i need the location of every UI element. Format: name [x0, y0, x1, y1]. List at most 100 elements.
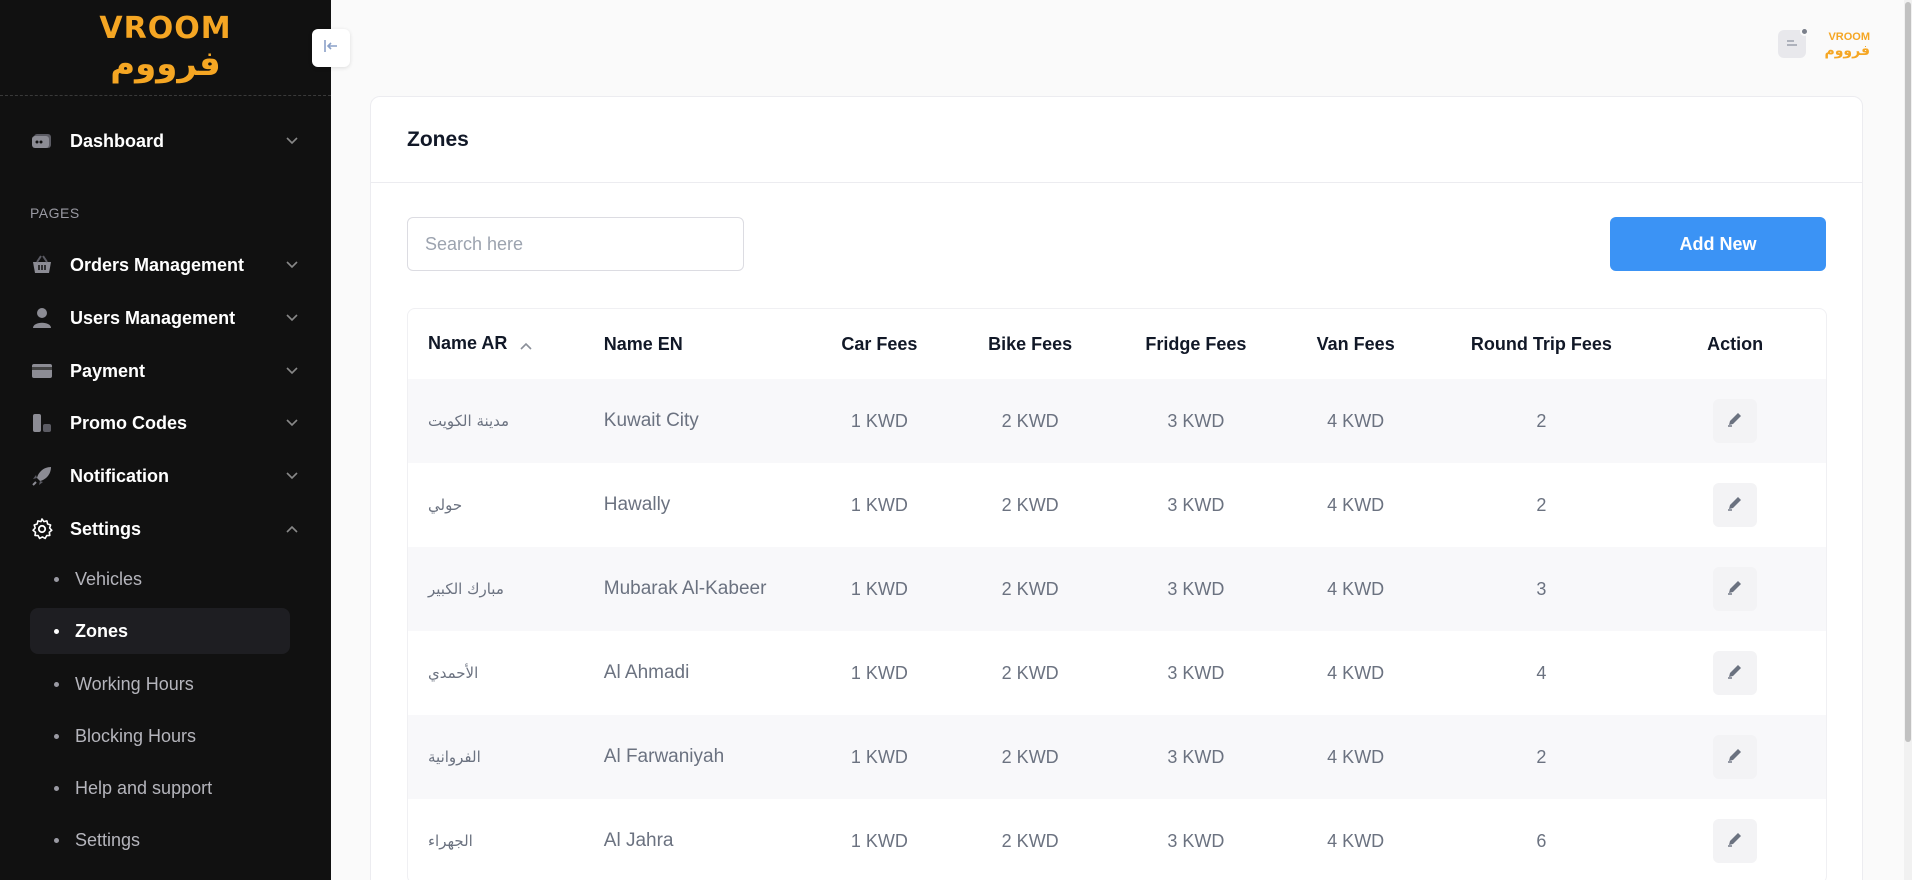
table-header-row: Name AR Name EN Car Fees Bike Fees Fridg… — [408, 309, 1826, 379]
sidebar-item-label: Promo Codes — [70, 412, 188, 433]
cell-name-en: Hawally — [603, 494, 671, 515]
edit-button[interactable] — [1713, 567, 1758, 611]
edit-button[interactable] — [1713, 483, 1758, 527]
scrollbar-thumb[interactable] — [1905, 2, 1911, 742]
cell-action — [1644, 463, 1826, 547]
cell-van-fees: 4 KWD — [1327, 494, 1385, 515]
bullet-icon — [54, 681, 59, 687]
arrow-left-bar-icon — [323, 39, 339, 58]
section-title-pages: PAGES — [30, 205, 80, 221]
chevron-down-icon — [286, 135, 298, 147]
sidebar-item-label: Settings — [70, 518, 142, 539]
sidebar-item-dashboard[interactable]: Dashboard — [30, 121, 298, 161]
cell-car-fees: 1 KWD — [850, 662, 908, 683]
rocket-icon — [30, 464, 54, 488]
table-row: مبارك الكبير Mubarak Al-Kabeer 1 KWD 2 K… — [408, 547, 1826, 631]
cell-name-ar: الأحمدي — [428, 664, 479, 682]
cell-bike-fees: 2 KWD — [1001, 494, 1059, 515]
cell-round-trip-fees: 2 — [1536, 494, 1547, 515]
edit-button[interactable] — [1713, 399, 1758, 443]
sidebar-subitem-label: Working Hours — [75, 673, 194, 694]
cell-round-trip-fees: 4 — [1536, 662, 1547, 683]
pencil-icon — [1726, 578, 1744, 601]
cell-name-en: Al Ahmadi — [603, 662, 690, 683]
cell-action — [1644, 547, 1826, 631]
sidebar: VROOM فرووم Dashboard PAGES Orders Manag… — [0, 0, 331, 880]
credit-card-icon — [30, 359, 54, 383]
sidebar-item-payment[interactable]: Payment — [30, 351, 298, 391]
sidebar-subitem-label: Settings — [75, 829, 141, 850]
cell-name-ar: الجهراء — [428, 832, 473, 850]
cell-action — [1644, 799, 1826, 880]
sidebar-item-label: Notification — [70, 465, 169, 486]
sidebar-subitem-zones[interactable]: Zones — [30, 608, 290, 654]
cell-car-fees: 1 KWD — [817, 379, 942, 463]
cell-name-en: Mubarak Al-Kabeer — [583, 547, 818, 631]
sidebar-subitem-working-hours[interactable]: Working Hours — [30, 661, 290, 707]
logo-text-en: VROOM — [99, 10, 232, 46]
sidebar-subitem-vehicles[interactable]: Vehicles — [30, 556, 290, 602]
pencil-icon — [1726, 830, 1744, 853]
cell-round-trip-fees: 3 — [1438, 547, 1645, 631]
cell-name-en: Al Jahra — [603, 830, 674, 851]
sidebar-subitem-settings[interactable]: Settings — [30, 817, 290, 863]
chevron-down-icon — [286, 417, 298, 429]
cell-fridge-fees: 3 KWD — [1119, 379, 1273, 463]
cell-van-fees: 4 KWD — [1327, 830, 1385, 851]
page-scrollbar[interactable] — [1904, 0, 1912, 880]
column-header-car-fees[interactable]: Car Fees — [818, 309, 942, 379]
column-header-action: Action — [1707, 333, 1764, 354]
sidebar-item-settings[interactable]: Settings — [30, 509, 298, 549]
card-header: Zones — [371, 97, 1862, 183]
table-row: الجهراء Al Jahra 1 KWD 2 KWD 3 KWD 4 KWD… — [408, 799, 1826, 880]
column-header-round-trip-fees[interactable]: Round Trip Fees — [1439, 309, 1645, 379]
edit-button[interactable] — [1713, 735, 1758, 779]
pencil-icon — [1726, 410, 1744, 433]
sidebar-item-promo-codes[interactable]: Promo Codes — [30, 403, 298, 443]
user-avatar-logo[interactable]: VROOM فرووم — [1824, 31, 1870, 57]
brand-logo[interactable]: VROOM فرووم — [0, 0, 331, 96]
pencil-icon — [1726, 746, 1744, 769]
messages-button[interactable] — [1778, 27, 1810, 58]
column-header-name-en[interactable]: Name EN — [584, 309, 818, 379]
sidebar-item-orders-management[interactable]: Orders Management — [30, 245, 298, 285]
chevron-down-icon — [286, 365, 298, 377]
cell-round-trip-fees: 2 — [1438, 379, 1645, 463]
cell-name-ar: الفروانية — [408, 715, 584, 799]
column-header-fridge-fees[interactable]: Fridge Fees — [1119, 309, 1273, 379]
cell-fridge-fees: 3 KWD — [1167, 494, 1225, 515]
mini-logo-ar: فرووم — [1824, 42, 1870, 58]
notification-badge — [1800, 27, 1810, 36]
sidebar-item-notification[interactable]: Notification — [30, 456, 298, 496]
sidebar-subitem-blocking-hours[interactable]: Blocking Hours — [30, 713, 290, 759]
sidebar-subitem-help-and-support[interactable]: Help and support — [30, 765, 290, 811]
cell-van-fees: 4 KWD — [1327, 662, 1385, 683]
cell-car-fees: 1 KWD — [850, 830, 908, 851]
search-input[interactable] — [407, 217, 744, 271]
table-row: الأحمدي Al Ahmadi 1 KWD 2 KWD 3 KWD 4 KW… — [408, 631, 1826, 715]
sidebar-item-label: Users Management — [70, 307, 236, 328]
edit-button[interactable] — [1713, 819, 1758, 863]
chevron-down-icon — [286, 470, 298, 482]
logo-text-ar: فرووم — [110, 43, 221, 84]
promo-icon — [30, 411, 54, 435]
cell-car-fees: 1 KWD — [817, 547, 942, 631]
table-row: مدينة الكويت Kuwait City 1 KWD 2 KWD 3 K… — [408, 379, 1826, 463]
cell-name-ar: مبارك الكبير — [408, 547, 584, 631]
message-icon — [1785, 35, 1799, 53]
cell-name-en: Kuwait City — [583, 379, 818, 463]
chevron-down-icon — [286, 312, 298, 324]
cell-bike-fees: 2 KWD — [941, 547, 1120, 631]
zones-card: Zones Add New Name AR Name EN Car Fees — [370, 96, 1863, 880]
sidebar-item-users-management[interactable]: Users Management — [30, 298, 298, 338]
column-header-van-fees[interactable]: Van Fees — [1273, 309, 1439, 379]
edit-button[interactable] — [1713, 651, 1758, 695]
add-new-button[interactable]: Add New — [1610, 217, 1826, 271]
sidebar-item-label: Payment — [70, 360, 146, 381]
cell-bike-fees: 2 KWD — [1001, 662, 1059, 683]
sidebar-subitem-label: Blocking Hours — [75, 725, 197, 746]
sidebar-collapse-button[interactable] — [312, 29, 350, 67]
column-header-name-ar[interactable]: Name AR — [408, 309, 584, 379]
chevron-up-icon — [286, 523, 298, 535]
column-header-bike-fees[interactable]: Bike Fees — [941, 309, 1119, 379]
